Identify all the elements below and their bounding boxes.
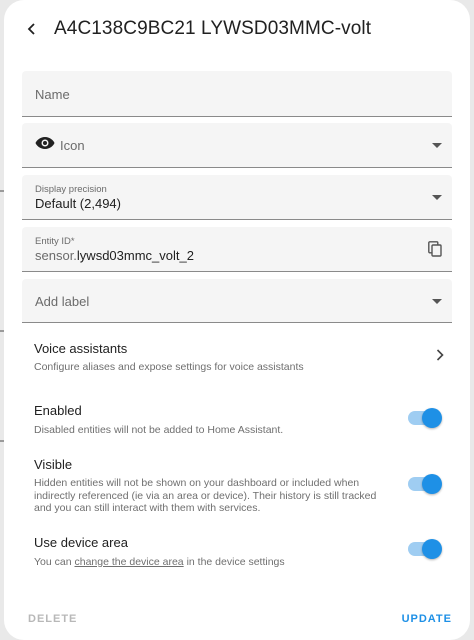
dropdown-caret-icon bbox=[432, 195, 442, 200]
visible-subtitle: Hidden entities will not be shown on you… bbox=[34, 477, 377, 514]
dialog-title: A4C138C9BC21 LYWSD03MMC-volt bbox=[54, 18, 372, 39]
voice-assistants-subtitle: Configure aliases and expose settings fo… bbox=[34, 361, 304, 373]
name-field[interactable]: Name bbox=[22, 71, 452, 117]
entity-id-prefix: sensor. bbox=[35, 248, 77, 263]
change-device-area-link[interactable]: change the device area bbox=[74, 556, 183, 568]
visible-row: Visible Hidden entities will not be show… bbox=[34, 457, 384, 515]
device-area-toggle[interactable] bbox=[408, 539, 442, 559]
icon-picker[interactable]: Icon bbox=[22, 123, 452, 168]
entity-id-label: Entity ID* bbox=[35, 236, 75, 247]
enabled-title: Enabled bbox=[34, 403, 82, 418]
name-field-label: Name bbox=[35, 87, 70, 102]
voice-assistants-title: Voice assistants bbox=[34, 341, 128, 356]
enabled-toggle[interactable] bbox=[408, 408, 442, 428]
precision-value: Default (2,494) bbox=[35, 196, 121, 211]
dialog-header: A4C138C9BC21 LYWSD03MMC-volt bbox=[4, 0, 470, 60]
display-precision-select[interactable]: Display precision Default (2,494) bbox=[22, 175, 452, 220]
toggle-knob bbox=[422, 474, 442, 494]
toggle-knob bbox=[422, 408, 442, 428]
voice-assistants-row[interactable]: Voice assistants Configure aliases and e… bbox=[34, 341, 454, 374]
chevron-right-icon bbox=[436, 349, 444, 361]
device-area-subtitle: You can change the device area in the de… bbox=[34, 556, 374, 569]
visible-title: Visible bbox=[34, 457, 73, 472]
device-area-title: Use device area bbox=[34, 535, 128, 550]
entity-id-text: lywsd03mmc_volt_2 bbox=[76, 248, 194, 263]
update-button[interactable]: UPDATE bbox=[402, 613, 452, 625]
device-area-row: Use device area You can change the devic… bbox=[34, 535, 374, 569]
entity-id-field[interactable]: Entity ID* sensor.lywsd03mmc_volt_2 bbox=[22, 227, 452, 272]
entity-settings-dialog: A4C138C9BC21 LYWSD03MMC-volt Name Icon D… bbox=[4, 0, 470, 640]
enabled-subtitle: Disabled entities will not be added to H… bbox=[34, 424, 284, 436]
enabled-row: Enabled Disabled entities will not be ad… bbox=[34, 403, 374, 437]
delete-button[interactable]: DELETE bbox=[28, 613, 77, 625]
add-label-select[interactable]: Add label bbox=[22, 279, 452, 323]
dropdown-caret-icon bbox=[432, 143, 442, 148]
entity-id-value: sensor.lywsd03mmc_volt_2 bbox=[35, 248, 194, 263]
eye-icon bbox=[35, 137, 55, 149]
precision-label: Display precision bbox=[35, 184, 107, 195]
visible-toggle[interactable] bbox=[408, 474, 442, 494]
add-label-text: Add label bbox=[35, 294, 90, 309]
back-button[interactable] bbox=[20, 17, 44, 41]
dropdown-caret-icon bbox=[432, 299, 442, 304]
device-area-text-before: You can bbox=[34, 556, 75, 568]
device-area-text-after: in the device settings bbox=[183, 556, 285, 568]
copy-icon[interactable] bbox=[428, 241, 442, 257]
icon-field-label: Icon bbox=[60, 138, 85, 153]
chevron-left-icon bbox=[27, 23, 35, 35]
toggle-knob bbox=[422, 539, 442, 559]
